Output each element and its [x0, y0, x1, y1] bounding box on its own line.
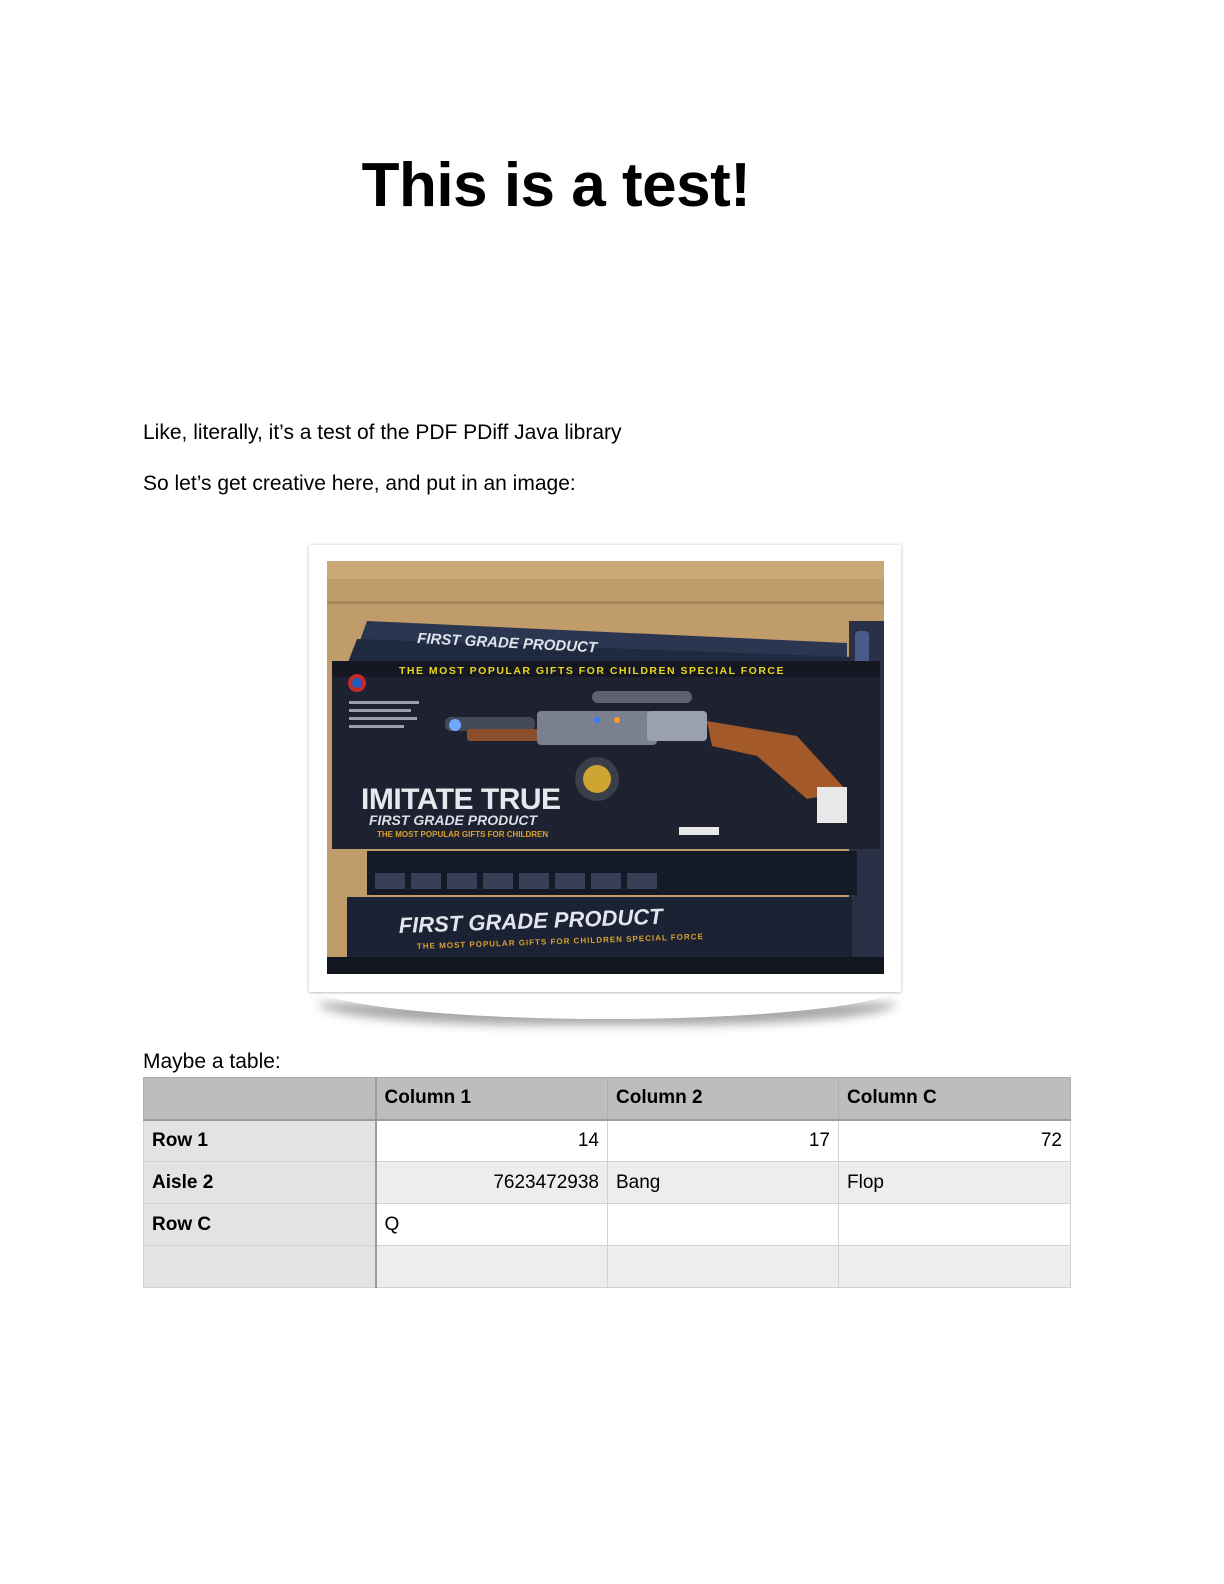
table-row: Aisle 2 7623472938 Bang Flop: [143, 1161, 1071, 1204]
box-small-text: THE MOST POPULAR GIFTS FOR CHILDREN: [377, 830, 548, 839]
box-subbrand: FIRST GRADE PRODUCT: [369, 812, 538, 828]
table-cell: [607, 1245, 839, 1288]
data-table: Column 1 Column 2 Column C Row 1 14 17 7…: [143, 1077, 1071, 1288]
page-title: This is a test!: [361, 151, 751, 220]
table-row: [143, 1245, 1071, 1288]
table-header-row: Column 1 Column 2 Column C: [143, 1077, 1071, 1120]
table-cell: [607, 1203, 839, 1246]
row-label: Row C: [143, 1203, 377, 1246]
table-header-column-1: Column 1: [375, 1077, 608, 1120]
table-cell: [838, 1245, 1071, 1288]
table-header-column-c: Column C: [838, 1077, 1071, 1120]
row-label: Row 1: [143, 1119, 377, 1162]
row-label: Aisle 2: [143, 1161, 377, 1204]
table-cell: Q: [375, 1203, 608, 1246]
toy-gun-box-photo: FIRST GRADE PRODUCT THE MOST POPULAR GIF…: [327, 561, 884, 974]
table-cell: 72: [838, 1119, 1071, 1162]
intro-paragraph: Like, literally, it’s a test of the PDF …: [143, 421, 622, 444]
image-intro-paragraph: So let’s get creative here, and put in a…: [143, 472, 576, 495]
table-cell: Flop: [838, 1161, 1071, 1204]
table-header-corner: [143, 1077, 377, 1120]
table-cell: 14: [375, 1119, 608, 1162]
table-row: Row C Q: [143, 1203, 1071, 1246]
box-tagline: THE MOST POPULAR GIFTS FOR CHILDREN SPEC…: [399, 665, 785, 677]
table-row: Row 1 14 17 72: [143, 1119, 1071, 1162]
table-cell: 17: [607, 1119, 839, 1162]
photo-frame: FIRST GRADE PRODUCT THE MOST POPULAR GIF…: [309, 545, 901, 992]
table-intro-paragraph: Maybe a table:: [143, 1050, 281, 1073]
table-header-column-2: Column 2: [607, 1077, 839, 1120]
table-cell: 7623472938: [375, 1161, 608, 1204]
table-cell: Bang: [607, 1161, 839, 1204]
row-label: [143, 1245, 377, 1288]
table-cell: [838, 1203, 1071, 1246]
photo-illustration: FIRST GRADE PRODUCT THE MOST POPULAR GIF…: [327, 561, 884, 974]
table-cell: [375, 1245, 608, 1288]
